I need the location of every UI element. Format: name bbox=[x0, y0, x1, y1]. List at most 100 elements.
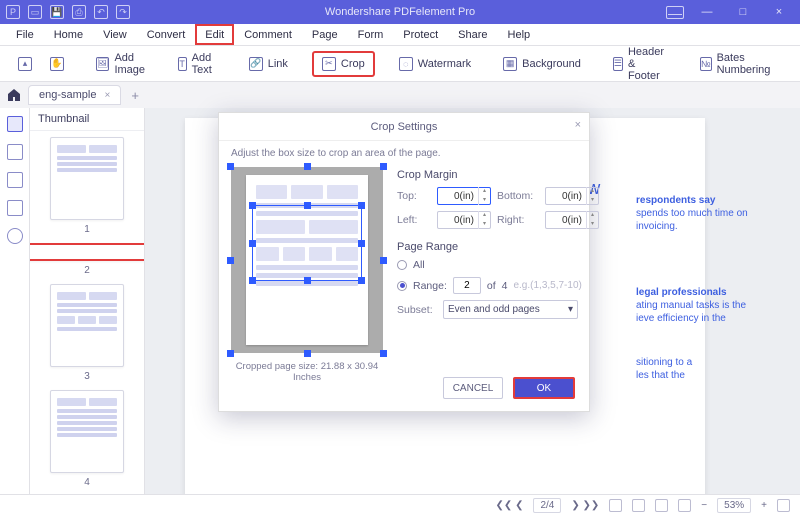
document-tab[interactable]: eng-sample × bbox=[28, 85, 121, 105]
open-icon[interactable]: ▭ bbox=[28, 5, 42, 19]
crop-handle[interactable] bbox=[358, 277, 365, 284]
zoom-level[interactable]: 53% bbox=[717, 498, 751, 513]
menu-file[interactable]: File bbox=[6, 24, 44, 45]
range-example: e.g.(1,3,5,7-10) bbox=[513, 280, 581, 291]
title-bar: P ▭ 💾 ⎙ ↶ ↷ Wondershare PDFelement Pro —… bbox=[0, 0, 800, 24]
undo-icon[interactable]: ↶ bbox=[94, 5, 108, 19]
window-title: Wondershare PDFelement Pro bbox=[325, 6, 475, 18]
header-footer-button[interactable]: ☰Header & Footer bbox=[605, 42, 676, 86]
left-label: Left: bbox=[397, 214, 431, 226]
menu-edit[interactable]: Edit bbox=[195, 24, 234, 45]
outer-handle[interactable] bbox=[227, 163, 234, 170]
search-panel-icon[interactable] bbox=[7, 172, 23, 188]
window-close[interactable]: × bbox=[766, 2, 792, 22]
crop-button[interactable]: ✂Crop bbox=[312, 51, 375, 77]
thumbnail-page-1[interactable] bbox=[50, 137, 124, 220]
crop-handle[interactable] bbox=[249, 202, 256, 209]
select-tool[interactable]: ▴ bbox=[10, 53, 40, 75]
page-range-section: Page Range bbox=[397, 241, 599, 253]
single-page-icon[interactable] bbox=[655, 499, 668, 512]
outer-handle[interactable] bbox=[227, 350, 234, 357]
cancel-button[interactable]: CANCEL bbox=[443, 377, 503, 399]
total-pages: 4 bbox=[502, 280, 508, 292]
thumbnail-page-3[interactable] bbox=[50, 284, 124, 367]
save-icon[interactable]: 💾 bbox=[50, 5, 64, 19]
outer-handle[interactable] bbox=[380, 163, 387, 170]
crop-handle[interactable] bbox=[249, 240, 256, 247]
crop-handle[interactable] bbox=[358, 240, 365, 247]
bottom-margin-input[interactable]: ▴▾ bbox=[545, 187, 599, 205]
window-minimize[interactable]: — bbox=[694, 2, 720, 22]
thumbnail-page-4[interactable] bbox=[50, 390, 124, 473]
menu-comment[interactable]: Comment bbox=[234, 24, 302, 45]
thumb-label: 2 bbox=[84, 265, 90, 276]
menu-help[interactable]: Help bbox=[498, 24, 541, 45]
new-tab-button[interactable]: + bbox=[127, 88, 143, 103]
dialog-hint: Adjust the box size to crop an area of t… bbox=[219, 141, 589, 163]
add-image-button[interactable]: 🖼Add Image bbox=[88, 48, 154, 80]
crop-handle[interactable] bbox=[249, 277, 256, 284]
link-button[interactable]: 🔗Link bbox=[241, 53, 296, 75]
zoom-in-button[interactable]: + bbox=[761, 500, 767, 511]
dialog-close-icon[interactable]: × bbox=[575, 119, 581, 131]
thumb-label: 1 bbox=[84, 224, 90, 235]
thumbnail-page-2[interactable] bbox=[30, 243, 144, 261]
top-margin-input[interactable]: ▴▾ bbox=[437, 187, 491, 205]
watermark-button[interactable]: ◌Watermark bbox=[391, 53, 479, 75]
all-pages-radio[interactable] bbox=[397, 260, 407, 270]
window-maximize[interactable]: □ bbox=[730, 2, 756, 22]
more-panel-icon[interactable] bbox=[7, 228, 23, 244]
crop-handle[interactable] bbox=[304, 277, 311, 284]
menu-view[interactable]: View bbox=[93, 24, 137, 45]
left-margin-input[interactable]: ▴▾ bbox=[437, 211, 491, 229]
outer-handle[interactable] bbox=[304, 163, 311, 170]
fullscreen-icon[interactable] bbox=[777, 499, 790, 512]
subset-label: Subset: bbox=[397, 304, 437, 316]
fit-width-icon[interactable] bbox=[609, 499, 622, 512]
home-icon[interactable] bbox=[6, 87, 22, 103]
hand-tool[interactable]: ✋ bbox=[42, 53, 72, 75]
subset-select[interactable]: Even and odd pages▾ bbox=[443, 300, 578, 319]
print-icon[interactable]: ⎙ bbox=[72, 5, 86, 19]
bookmarks-panel-icon[interactable] bbox=[7, 144, 23, 160]
nav-first-prev[interactable]: ❮❮ ❮ bbox=[496, 500, 524, 511]
crop-selection-box[interactable] bbox=[252, 205, 362, 281]
close-tab-icon[interactable]: × bbox=[104, 90, 110, 101]
menu-share[interactable]: Share bbox=[448, 24, 497, 45]
outer-handle[interactable] bbox=[304, 350, 311, 357]
menu-convert[interactable]: Convert bbox=[137, 24, 196, 45]
crop-handle[interactable] bbox=[358, 202, 365, 209]
bates-button[interactable]: №Bates Numbering bbox=[692, 48, 781, 80]
menu-page[interactable]: Page bbox=[302, 24, 348, 45]
bg-text: legal professionalsating manual tasks is… bbox=[636, 286, 776, 325]
zoom-out-button[interactable]: − bbox=[701, 500, 707, 511]
ok-button[interactable]: OK bbox=[513, 377, 575, 399]
right-margin-input[interactable]: ▴▾ bbox=[545, 211, 599, 229]
continuous-icon[interactable] bbox=[678, 499, 691, 512]
background-button[interactable]: ▦Background bbox=[495, 53, 589, 75]
thumbnails-panel-icon[interactable] bbox=[7, 116, 23, 132]
menu-form[interactable]: Form bbox=[348, 24, 394, 45]
document-tab-label: eng-sample bbox=[39, 89, 96, 101]
menu-protect[interactable]: Protect bbox=[393, 24, 448, 45]
menu-home[interactable]: Home bbox=[44, 24, 93, 45]
range-label: Range: bbox=[413, 280, 447, 292]
outer-handle[interactable] bbox=[227, 257, 234, 264]
redo-icon[interactable]: ↷ bbox=[116, 5, 130, 19]
attachments-panel-icon[interactable] bbox=[7, 200, 23, 216]
add-text-button[interactable]: TAdd Text bbox=[170, 48, 225, 80]
crop-size-caption: Cropped page size: 21.88 x 30.94 Inches bbox=[231, 361, 383, 383]
page-indicator[interactable]: 2/4 bbox=[533, 498, 561, 513]
fit-page-icon[interactable] bbox=[632, 499, 645, 512]
crop-handle[interactable] bbox=[304, 202, 311, 209]
outer-handle[interactable] bbox=[380, 350, 387, 357]
range-input[interactable] bbox=[453, 277, 481, 294]
outer-handle[interactable] bbox=[380, 257, 387, 264]
bg-text: respondents sayspends too much time onin… bbox=[636, 194, 776, 233]
mail-icon[interactable] bbox=[666, 6, 684, 19]
chevron-down-icon: ▾ bbox=[568, 304, 573, 315]
range-radio[interactable] bbox=[397, 281, 407, 291]
crop-preview[interactable] bbox=[231, 167, 383, 353]
nav-next-last[interactable]: ❯ ❯❯ bbox=[571, 500, 599, 511]
menu-bar: File Home View Convert Edit Comment Page… bbox=[0, 24, 800, 46]
